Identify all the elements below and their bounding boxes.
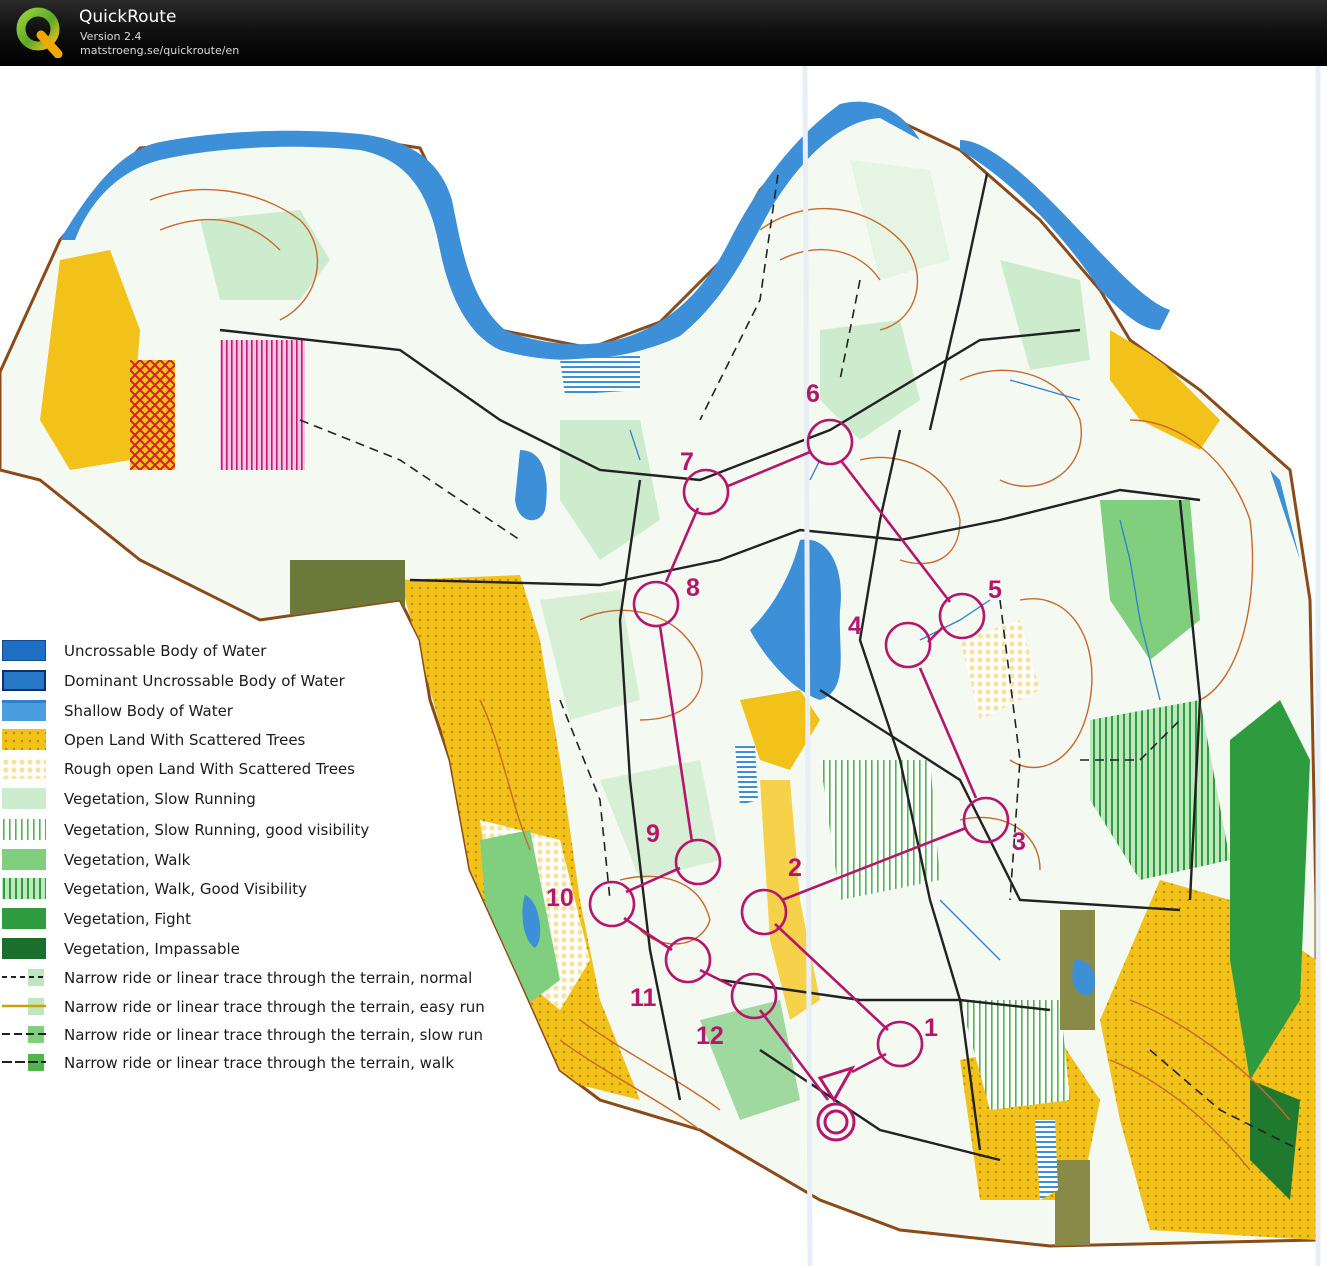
veg-impassable-symbol	[2, 938, 46, 959]
app-header: QuickRoute Version 2.4 matstroeng.se/qui…	[0, 0, 1327, 66]
control-number-7: 7	[680, 448, 694, 476]
legend-item: Narrow ride or linear trace through the …	[0, 965, 500, 991]
legend-label: Rough open Land With Scattered Trees	[64, 760, 355, 778]
trace-slow-symbol	[2, 1026, 46, 1043]
veg-slow-symbol	[2, 788, 46, 809]
control-number-4: 4	[848, 612, 862, 640]
legend-label: Vegetation, Fight	[64, 910, 192, 928]
control-number-6: 6	[806, 380, 820, 408]
legend-item: Vegetation, Walk	[0, 847, 500, 873]
legend-item: Vegetation, Fight	[0, 906, 500, 932]
legend-label: Vegetation, Slow Running, good visibilit…	[64, 821, 370, 839]
legend-label: Vegetation, Walk	[64, 851, 191, 869]
veg-walk-symbol	[2, 849, 46, 870]
legend-label: Vegetation, Slow Running	[64, 790, 256, 808]
water-shallow-symbol	[2, 700, 46, 721]
built-area-south	[1055, 1160, 1090, 1246]
legend-item: Vegetation, Slow Running	[0, 786, 500, 812]
veg-walk-vis-symbol	[2, 878, 46, 899]
app-version: Version 2.4	[80, 30, 142, 43]
trace-easy-symbol	[2, 998, 46, 1015]
water-dominant-symbol	[2, 670, 46, 691]
control-number-12: 12	[696, 1022, 724, 1050]
control-number-1: 1	[924, 1014, 938, 1042]
legend-item: Narrow ride or linear trace through the …	[0, 1050, 500, 1076]
legend-label: Vegetation, Walk, Good Visibility	[64, 880, 308, 898]
veg-fight-symbol	[2, 908, 46, 929]
trace-walk-symbol	[2, 1054, 46, 1071]
legend-label: Narrow ride or linear trace through the …	[64, 998, 485, 1016]
control-number-5: 5	[988, 576, 1002, 604]
legend-item: Open Land With Scattered Trees	[0, 727, 500, 753]
water-dark-symbol	[2, 640, 46, 661]
control-number-3: 3	[1012, 828, 1026, 856]
legend-item: Shallow Body of Water	[0, 698, 500, 724]
app-title: QuickRoute	[79, 7, 177, 27]
control-number-10: 10	[546, 884, 574, 912]
app-url[interactable]: matstroeng.se/quickroute/en	[80, 44, 239, 57]
rough-scattered-symbol	[2, 758, 46, 779]
veg-slow-vis-symbol	[2, 819, 46, 840]
control-number-8: 8	[686, 574, 700, 602]
legend-item: Dominant Uncrossable Body of Water	[0, 668, 500, 694]
control-number-2: 2	[788, 854, 802, 882]
quickroute-q-logo-icon	[16, 7, 63, 58]
control-number-9: 9	[646, 820, 660, 848]
legend-item: Uncrossable Body of Water	[0, 638, 500, 664]
legend-item: Vegetation, Impassable	[0, 936, 500, 962]
built-area	[290, 560, 405, 615]
map-legend: Uncrossable Body of Water Dominant Uncro…	[0, 638, 500, 1083]
legend-label: Narrow ride or linear trace through the …	[64, 1026, 484, 1044]
legend-item: Rough open Land With Scattered Trees	[0, 756, 500, 782]
control-number-11: 11	[630, 984, 657, 1012]
legend-label: Uncrossable Body of Water	[64, 642, 267, 660]
legend-item: Vegetation, Slow Running, good visibilit…	[0, 817, 500, 843]
legend-label: Vegetation, Impassable	[64, 940, 240, 958]
open-scattered-symbol	[2, 729, 46, 750]
legend-label: Open Land With Scattered Trees	[64, 731, 306, 749]
legend-label: Dominant Uncrossable Body of Water	[64, 672, 345, 690]
trace-normal-symbol	[2, 969, 46, 986]
legend-label: Narrow ride or linear trace through the …	[64, 969, 473, 987]
legend-item: Vegetation, Walk, Good Visibility	[0, 876, 500, 902]
legend-label: Narrow ride or linear trace through the …	[64, 1054, 454, 1072]
legend-item: Narrow ride or linear trace through the …	[0, 994, 500, 1020]
restricted-area	[220, 340, 305, 470]
legend-label: Shallow Body of Water	[64, 702, 233, 720]
legend-item: Narrow ride or linear trace through the …	[0, 1022, 500, 1048]
